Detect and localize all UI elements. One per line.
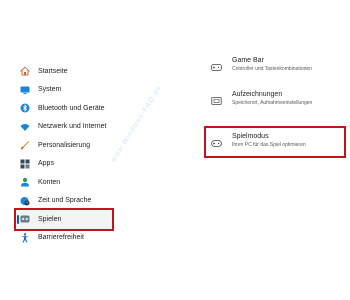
sidebar-item-system[interactable]: System [16, 81, 112, 100]
brush-icon [21, 141, 30, 150]
monitor-icon [20, 86, 30, 94]
controller-icon [20, 215, 30, 223]
sidebar-item-apps[interactable]: Apps [16, 155, 112, 174]
sidebar-item-accounts[interactable]: Konten [16, 173, 112, 192]
card-title: Game Bar [232, 57, 264, 64]
apps-icon [20, 159, 30, 169]
card-subtitle: Ihren PC für das Spiel optimieren [232, 142, 306, 148]
wifi-icon [20, 123, 30, 131]
sidebar-item-bluetooth[interactable]: Bluetooth und Geräte [16, 99, 112, 118]
accessibility-icon [21, 233, 29, 243]
sidebar-item-home[interactable]: Startseite [16, 62, 112, 81]
gaming-settings-list: Game Bar Controller und Tastenkombinatio… [204, 52, 346, 158]
card-subtitle: Controller und Tastenkombinationen [232, 66, 312, 72]
capture-icon [211, 97, 222, 105]
sidebar-item-label: Zeit und Sprache [38, 197, 92, 205]
sidebar-item-label: Spielen [38, 215, 62, 223]
settings-sidebar: Startseite System Bluetooth und Geräte N… [14, 62, 114, 248]
sidebar-item-label: System [38, 86, 62, 94]
sidebar-item-label: Bluetooth und Geräte [38, 104, 105, 112]
settings-card-captures[interactable]: Aufzeichnungen Speicherort, Aufnahmeeins… [206, 86, 344, 120]
gamebar-icon [211, 64, 222, 71]
sidebar-item-label: Barrierefreiheit [38, 234, 84, 242]
sidebar-item-network[interactable]: Netzwerk und Internet [16, 118, 112, 137]
settings-card-game-mode[interactable]: Spielmodus Ihren PC für das Spiel optimi… [204, 126, 346, 158]
sidebar-item-gaming[interactable]: Spielen [14, 208, 114, 231]
home-icon [20, 66, 30, 76]
person-icon [21, 178, 29, 187]
card-subtitle: Speicherort, Aufnahmeeinstellungen [232, 100, 313, 106]
sidebar-item-personalization[interactable]: Personalisierung [16, 136, 112, 155]
bluetooth-icon [20, 103, 30, 113]
settings-card-game-bar[interactable]: Game Bar Controller und Tastenkombinatio… [206, 52, 344, 86]
sidebar-item-accessibility[interactable]: Barrierefreiheit [16, 229, 112, 248]
gamemode-icon [211, 140, 222, 147]
watermark-text: www.Windows-FAQ.de [110, 84, 164, 164]
sidebar-item-time-language[interactable]: Zeit und Sprache [16, 192, 112, 211]
sidebar-item-label: Startseite [38, 67, 68, 75]
card-title: Spielmodus [232, 133, 269, 140]
card-title: Aufzeichnungen [232, 91, 283, 98]
sidebar-item-label: Apps [38, 160, 54, 168]
settings-window: Startseite System Bluetooth und Geräte N… [0, 0, 350, 300]
sidebar-item-label: Netzwerk und Internet [38, 123, 107, 131]
sidebar-item-label: Personalisierung [38, 141, 91, 149]
globe-clock-icon [20, 196, 30, 206]
sidebar-item-label: Konten [38, 178, 61, 186]
